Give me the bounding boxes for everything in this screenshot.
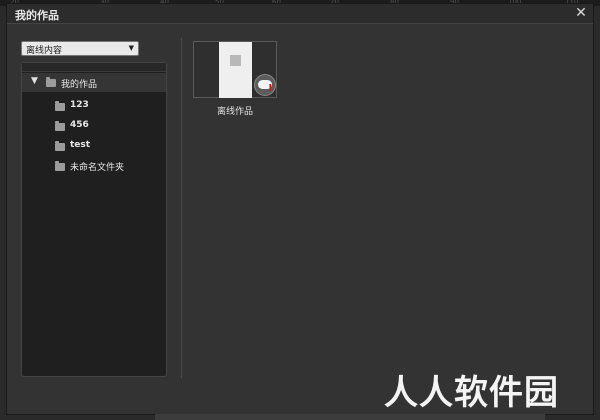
expand-arrow-icon[interactable]: ▼ [31, 76, 38, 86]
folder-icon [55, 101, 65, 111]
placeholder-square [230, 55, 241, 66]
tree-item-label: 456 [70, 120, 89, 130]
tree-item-456[interactable]: 456 [22, 116, 166, 135]
close-icon[interactable]: ✕ [573, 5, 589, 21]
tree-item-label: 未命名文件夹 [70, 163, 125, 173]
content-filter-select[interactable]: 离线内容 ▼ [21, 41, 139, 56]
panel-divider [181, 38, 182, 378]
work-thumbnail[interactable]: ! [193, 41, 277, 98]
tree-item-label: 我的作品 [61, 80, 98, 90]
tree-item-123[interactable]: 123 [22, 96, 166, 115]
cloud-warning-icon: ! [254, 74, 276, 96]
tree-item-label: 123 [70, 100, 89, 110]
folder-icon [55, 121, 65, 131]
folder-icon [55, 161, 65, 171]
tree-item-my-works[interactable]: ▼ 我的作品 [22, 73, 166, 92]
chevron-down-icon: ▼ [128, 44, 134, 52]
folder-icon [55, 141, 65, 151]
content-filter-value: 离线内容 [26, 46, 63, 56]
tree-header-strip [22, 63, 166, 72]
tree-item-untitled-folder[interactable]: 未命名文件夹 [22, 156, 166, 175]
background-scrollbar [155, 414, 545, 420]
folder-tree: ▼ 我的作品 123 456 test 未命名文件夹 [21, 62, 167, 377]
warning-icon: ! [268, 83, 273, 94]
watermark-text: 人人软件园 [384, 373, 559, 413]
folder-icon [46, 77, 56, 87]
dialog-titlebar[interactable]: 我的作品 ✕ [7, 4, 593, 24]
work-caption[interactable]: 离线作品 [193, 104, 277, 117]
tree-item-label: test [70, 140, 91, 150]
page-preview [219, 42, 252, 98]
tree-item-test[interactable]: test [22, 136, 166, 155]
my-works-dialog: 我的作品 ✕ 离线内容 ▼ ▼ 我的作品 123 456 test 未命名文件夹 [6, 3, 594, 415]
dialog-title: 我的作品 [15, 9, 59, 22]
